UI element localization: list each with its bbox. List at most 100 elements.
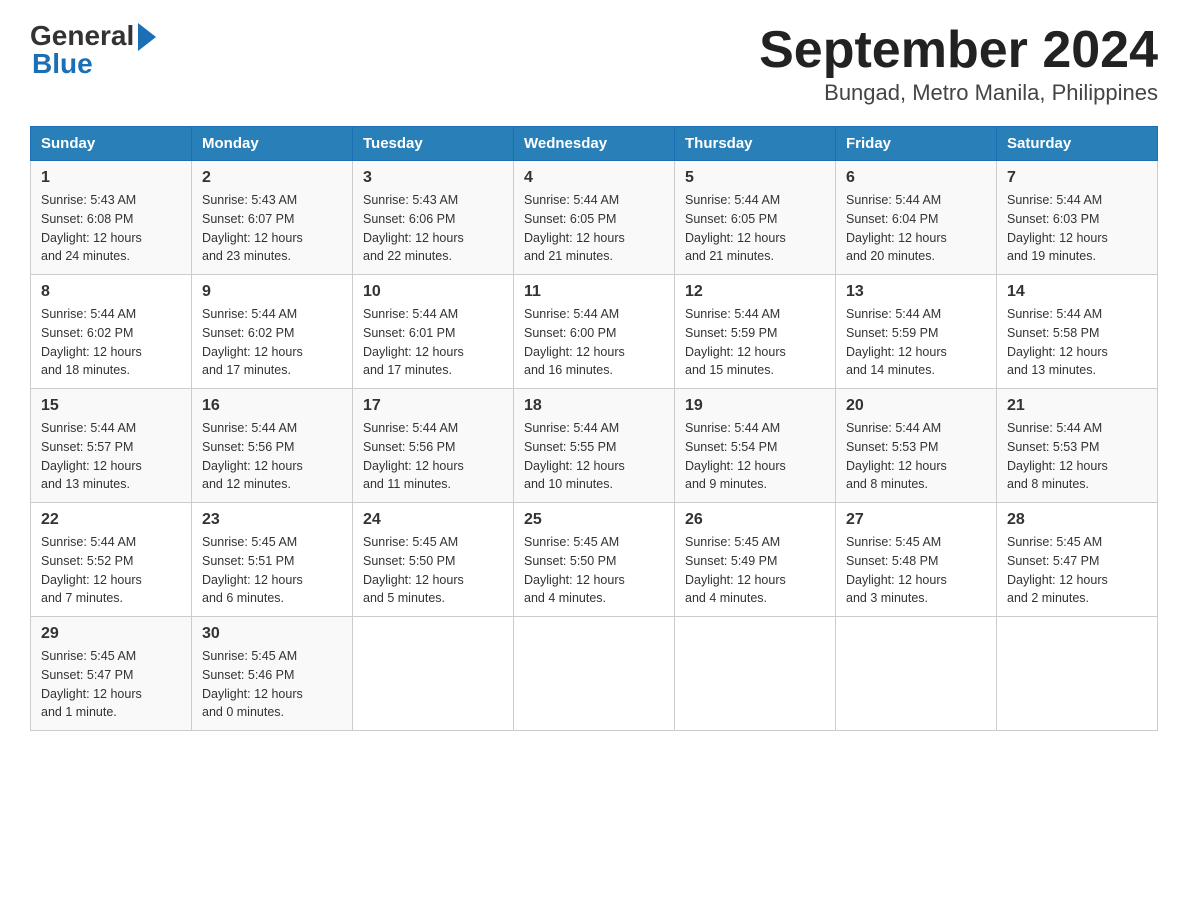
table-row: 8 Sunrise: 5:44 AMSunset: 6:02 PMDaylight… [31,275,192,389]
table-row: 13 Sunrise: 5:44 AMSunset: 5:59 PMDayligh… [836,275,997,389]
logo-blue-text: Blue [32,48,93,80]
day-number: 15 [41,397,181,415]
day-info: Sunrise: 5:44 AMSunset: 6:02 PMDaylight:… [202,305,342,380]
table-row: 5Sunrise: 5:44 AMSunset: 6:05 PMDaylight… [675,161,836,275]
header-friday: Friday [836,127,997,161]
day-number: 14 [1007,283,1147,301]
header-wednesday: Wednesday [514,127,675,161]
day-info: Sunrise: 5:44 AMSunset: 5:54 PMDaylight:… [685,419,825,494]
logo: General Blue [30,20,156,80]
table-row: 24 Sunrise: 5:45 AMSunset: 5:50 PMDayligh… [353,503,514,617]
day-number: 25 [524,511,664,529]
header-monday: Monday [192,127,353,161]
day-number: 23 [202,511,342,529]
day-number: 1 [41,169,181,187]
day-info: Sunrise: 5:44 AMSunset: 5:56 PMDaylight:… [363,419,503,494]
day-number: 4 [524,169,664,187]
day-number: 7 [1007,169,1147,187]
header-saturday: Saturday [997,127,1158,161]
day-info: Sunrise: 5:44 AMSunset: 5:56 PMDaylight:… [202,419,342,494]
page-title: September 2024 [759,20,1158,80]
day-number: 8 [41,283,181,301]
day-info: Sunrise: 5:44 AMSunset: 5:53 PMDaylight:… [1007,419,1147,494]
table-row: 15 Sunrise: 5:44 AMSunset: 5:57 PMDayligh… [31,389,192,503]
day-info: Sunrise: 5:44 AMSunset: 5:55 PMDaylight:… [524,419,664,494]
day-number: 18 [524,397,664,415]
day-number: 16 [202,397,342,415]
day-info: Sunrise: 5:44 AMSunset: 6:01 PMDaylight:… [363,305,503,380]
day-number: 5 [685,169,825,187]
day-number: 3 [363,169,503,187]
day-number: 26 [685,511,825,529]
table-row: 9 Sunrise: 5:44 AMSunset: 6:02 PMDaylight… [192,275,353,389]
table-row: 3 Sunrise: 5:43 AMSunset: 6:06 PMDaylight… [353,161,514,275]
day-number: 19 [685,397,825,415]
table-row: 17Sunrise: 5:44 AMSunset: 5:56 PMDayligh… [353,389,514,503]
day-info: Sunrise: 5:45 AMSunset: 5:51 PMDaylight:… [202,533,342,608]
day-info: Sunrise: 5:43 AMSunset: 6:08 PMDaylight:… [41,191,181,266]
day-number: 2 [202,169,342,187]
day-number: 11 [524,283,664,301]
day-info: Sunrise: 5:45 AMSunset: 5:47 PMDaylight:… [1007,533,1147,608]
table-row: 21 Sunrise: 5:44 AMSunset: 5:53 PMDayligh… [997,389,1158,503]
calendar-table: Sunday Monday Tuesday Wednesday Thursday… [30,126,1158,731]
table-row [353,617,514,731]
day-number: 28 [1007,511,1147,529]
day-info: Sunrise: 5:45 AMSunset: 5:47 PMDaylight:… [41,647,181,722]
day-info: Sunrise: 5:45 AMSunset: 5:50 PMDaylight:… [363,533,503,608]
table-row [836,617,997,731]
table-row [997,617,1158,731]
day-number: 12 [685,283,825,301]
day-info: Sunrise: 5:44 AMSunset: 6:04 PMDaylight:… [846,191,986,266]
day-number: 29 [41,625,181,643]
table-row: 6 Sunrise: 5:44 AMSunset: 6:04 PMDaylight… [836,161,997,275]
table-row: 27 Sunrise: 5:45 AMSunset: 5:48 PMDayligh… [836,503,997,617]
day-info: Sunrise: 5:45 AMSunset: 5:49 PMDaylight:… [685,533,825,608]
table-row: 7 Sunrise: 5:44 AMSunset: 6:03 PMDaylight… [997,161,1158,275]
page-header: General Blue September 2024 Bungad, Metr… [30,20,1158,106]
table-row: 11 Sunrise: 5:44 AMSunset: 6:00 PMDayligh… [514,275,675,389]
day-info: Sunrise: 5:45 AMSunset: 5:48 PMDaylight:… [846,533,986,608]
header-sunday: Sunday [31,127,192,161]
header-tuesday: Tuesday [353,127,514,161]
day-number: 22 [41,511,181,529]
table-row: 20Sunrise: 5:44 AMSunset: 5:53 PMDayligh… [836,389,997,503]
table-row: 18 Sunrise: 5:44 AMSunset: 5:55 PMDayligh… [514,389,675,503]
day-number: 6 [846,169,986,187]
day-number: 13 [846,283,986,301]
table-row: 26 Sunrise: 5:45 AMSunset: 5:49 PMDayligh… [675,503,836,617]
table-row: 28 Sunrise: 5:45 AMSunset: 5:47 PMDayligh… [997,503,1158,617]
table-row: 4 Sunrise: 5:44 AMSunset: 6:05 PMDaylight… [514,161,675,275]
table-row: 10 Sunrise: 5:44 AMSunset: 6:01 PMDayligh… [353,275,514,389]
day-info: Sunrise: 5:43 AMSunset: 6:06 PMDaylight:… [363,191,503,266]
day-info: Sunrise: 5:44 AMSunset: 5:57 PMDaylight:… [41,419,181,494]
table-row: 29 Sunrise: 5:45 AMSunset: 5:47 PMDayligh… [31,617,192,731]
table-row: 30 Sunrise: 5:45 AMSunset: 5:46 PMDayligh… [192,617,353,731]
day-info: Sunrise: 5:44 AMSunset: 6:05 PMDaylight:… [524,191,664,266]
day-number: 30 [202,625,342,643]
table-row: 1 Sunrise: 5:43 AMSunset: 6:08 PMDaylight… [31,161,192,275]
day-number: 20 [846,397,986,415]
day-info: Sunrise: 5:44 AMSunset: 6:00 PMDaylight:… [524,305,664,380]
day-number: 21 [1007,397,1147,415]
day-info: Sunrise: 5:44 AMSunset: 6:02 PMDaylight:… [41,305,181,380]
day-info: Sunrise: 5:44 AMSunset: 5:52 PMDaylight:… [41,533,181,608]
day-number: 24 [363,511,503,529]
day-info: Sunrise: 5:44 AMSunset: 5:58 PMDaylight:… [1007,305,1147,380]
day-number: 9 [202,283,342,301]
calendar-header: Sunday Monday Tuesday Wednesday Thursday… [31,127,1158,161]
day-number: 10 [363,283,503,301]
day-info: Sunrise: 5:43 AMSunset: 6:07 PMDaylight:… [202,191,342,266]
title-block: September 2024 Bungad, Metro Manila, Phi… [759,20,1158,106]
table-row [675,617,836,731]
day-info: Sunrise: 5:44 AMSunset: 5:59 PMDaylight:… [685,305,825,380]
table-row: 16 Sunrise: 5:44 AMSunset: 5:56 PMDayligh… [192,389,353,503]
table-row [514,617,675,731]
page-subtitle: Bungad, Metro Manila, Philippines [759,80,1158,106]
day-number: 27 [846,511,986,529]
header-thursday: Thursday [675,127,836,161]
table-row: 22 Sunrise: 5:44 AMSunset: 5:52 PMDayligh… [31,503,192,617]
day-info: Sunrise: 5:45 AMSunset: 5:46 PMDaylight:… [202,647,342,722]
day-info: Sunrise: 5:44 AMSunset: 6:03 PMDaylight:… [1007,191,1147,266]
day-info: Sunrise: 5:44 AMSunset: 5:59 PMDaylight:… [846,305,986,380]
